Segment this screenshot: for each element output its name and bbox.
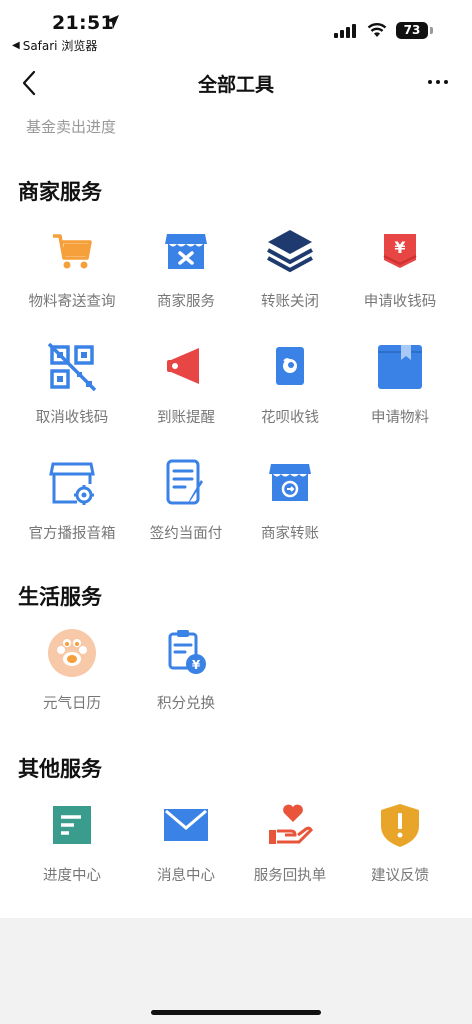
battery-nub: [430, 27, 433, 34]
progress-icon: [53, 806, 91, 844]
tool-item[interactable]: 转账关闭: [231, 226, 349, 336]
mail-icon: [164, 809, 208, 841]
paw-icon: [48, 629, 96, 677]
tool-label: 转账关闭: [261, 294, 319, 310]
tool-label: 到账提醒: [157, 410, 215, 426]
location-arrow-icon: [105, 15, 119, 29]
tool-item[interactable]: 物料寄送查询: [13, 226, 131, 336]
back-app-label: Safari 浏览器: [22, 39, 98, 53]
status-bar: 21:51 ◀ Safari 浏览器 73: [0, 0, 472, 56]
cellular-signal-icon: [334, 24, 356, 38]
wifi-icon: [367, 23, 387, 37]
battery-indicator: 73: [396, 22, 428, 39]
tool-label: 物料寄送查询: [28, 294, 116, 310]
tool-label: 进度中心: [43, 868, 101, 884]
svg-text:¥: ¥: [394, 238, 405, 257]
document-pen-icon: [166, 459, 203, 505]
tool-item[interactable]: ¥ 申请收钱码: [341, 226, 459, 336]
tool-item[interactable]: 官方播报音箱: [13, 458, 131, 568]
tool-item[interactable]: 进度中心: [13, 800, 131, 910]
section-title-other: 其他服务: [18, 757, 102, 781]
points-exchange-icon: ¥: [168, 630, 206, 674]
tool-label: 建议反馈: [371, 868, 429, 884]
tool-item[interactable]: 签约当面付: [127, 458, 245, 568]
back-triangle-icon: ◀: [12, 40, 20, 51]
tool-item[interactable]: 取消收钱码: [13, 342, 131, 452]
tool-label: 申请收钱码: [363, 294, 437, 310]
store-transfer-icon: [269, 464, 311, 501]
store-icon: [165, 234, 207, 269]
page-title: 全部工具: [197, 74, 274, 96]
tool-item[interactable]: 商家服务: [127, 226, 245, 336]
tool-item[interactable]: 到账提醒: [127, 342, 245, 452]
section-title-life: 生活服务: [18, 585, 102, 609]
tool-label: 商家转账: [261, 526, 319, 542]
tool-item-fund-sell-progress[interactable]: 基金卖出进度: [26, 116, 116, 137]
tool-label: 取消收钱码: [35, 410, 109, 426]
shield-alert-icon: [381, 804, 419, 847]
tool-label: 商家服务: [157, 294, 215, 310]
tool-item[interactable]: 消息中心: [127, 800, 245, 910]
tool-item[interactable]: 元气日历: [13, 628, 131, 738]
more-options-icon[interactable]: [424, 72, 452, 92]
svg-text:¥: ¥: [192, 658, 201, 672]
tool-label: 消息中心: [157, 868, 215, 884]
tool-label: 官方播报音箱: [28, 526, 116, 542]
bottom-background: [0, 918, 472, 1024]
layers-icon: [267, 230, 313, 273]
huabei-icon: [276, 347, 304, 385]
tool-label: 积分兑换: [157, 696, 215, 712]
tool-item[interactable]: 服务回执单: [231, 800, 349, 910]
home-indicator[interactable]: [151, 1010, 321, 1015]
tool-label: 元气日历: [43, 696, 101, 712]
tool-label: 花呗收钱: [261, 410, 319, 426]
tool-item[interactable]: 申请物料: [341, 342, 459, 452]
cart-icon: [53, 234, 92, 269]
tool-label: 申请物料: [371, 410, 429, 426]
back-to-app-link[interactable]: ◀ Safari 浏览器: [12, 37, 97, 54]
tool-label: 服务回执单: [253, 868, 327, 884]
section-title-merchant: 商家服务: [18, 180, 102, 204]
tool-item[interactable]: ¥ 积分兑换: [127, 628, 245, 738]
tool-item[interactable]: 花呗收钱: [231, 342, 349, 452]
tool-item[interactable]: 商家转账: [231, 458, 349, 568]
heart-hand-icon: [269, 804, 313, 844]
megaphone-icon: [167, 348, 199, 384]
tool-label: 签约当面付: [149, 526, 223, 542]
tool-item[interactable]: 建议反馈: [341, 800, 459, 910]
qr-cancel-icon: [47, 342, 97, 392]
store-gear-icon: [49, 462, 95, 505]
nav-bar: 全部工具: [0, 60, 472, 106]
yuan-envelope-icon: ¥: [383, 234, 417, 268]
box-icon: [378, 345, 422, 389]
